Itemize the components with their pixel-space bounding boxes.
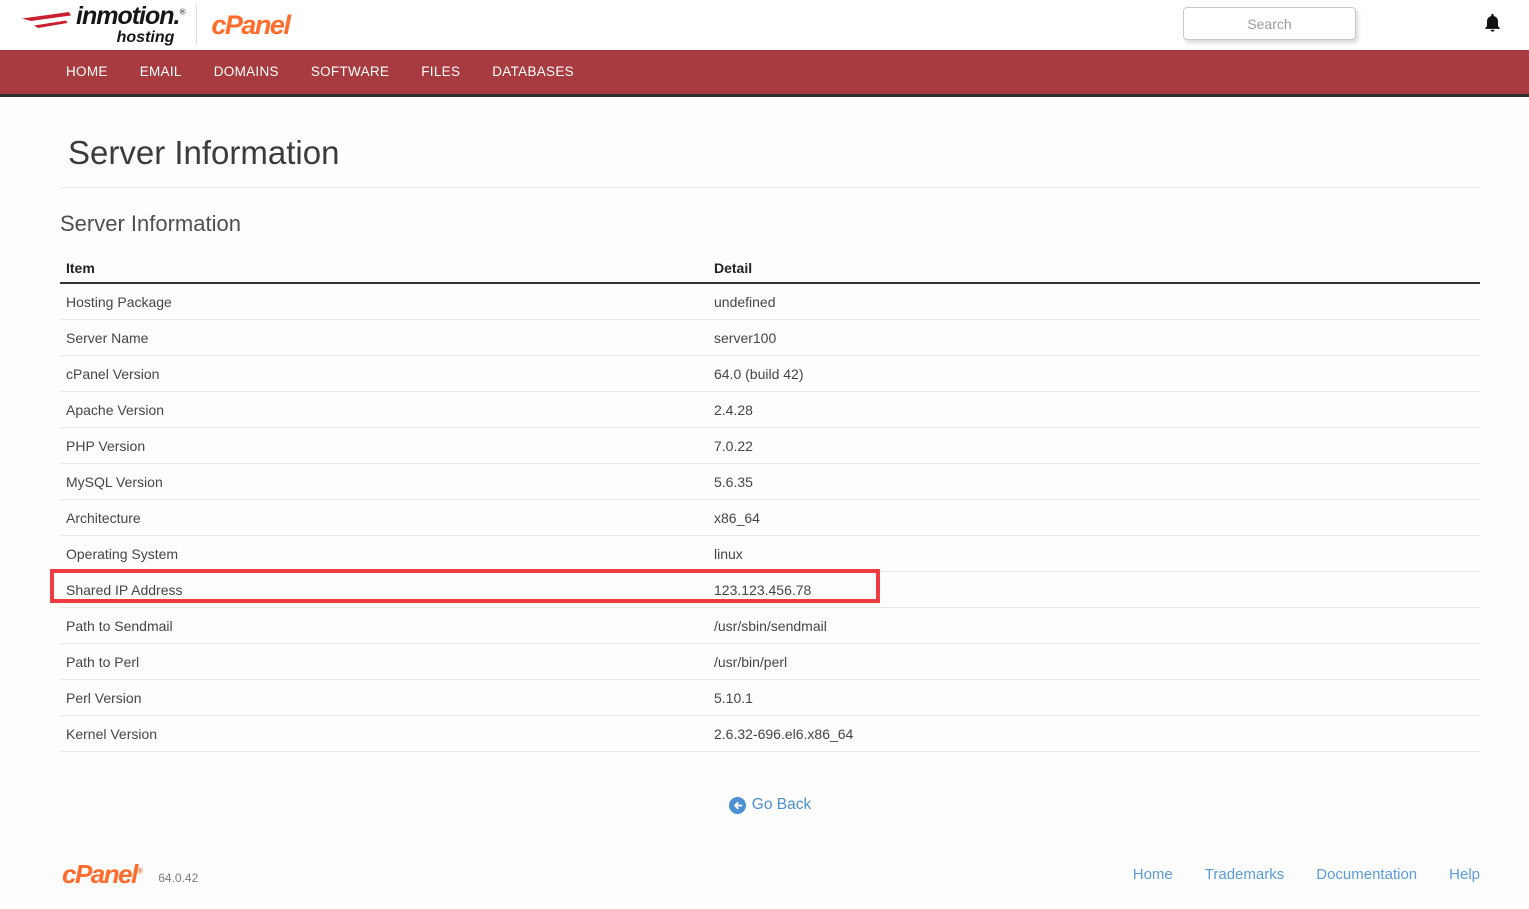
table-body: Hosting Package undefined Server Name se… — [60, 284, 1480, 752]
top-header: inmotion.® hosting cPanel — [0, 0, 1529, 50]
detail-cell: /usr/bin/perl — [714, 654, 1480, 670]
detail-cell: 64.0 (build 42) — [714, 366, 1480, 382]
page-footer: cPanel® 64.0.42 Home Trademarks Document… — [62, 861, 1480, 903]
nav-item[interactable]: SOFTWARE — [296, 50, 404, 94]
table-row: Shared IP Address 123.123.456.78 — [60, 572, 1480, 608]
nav-item[interactable]: FILES — [406, 50, 475, 94]
item-cell: MySQL Version — [60, 474, 714, 490]
footer-link[interactable]: Help — [1449, 866, 1480, 883]
detail-cell: x86_64 — [714, 510, 1480, 526]
detail-cell: 2.6.32-696.el6.x86_64 — [714, 726, 1480, 742]
item-cell: Perl Version — [60, 690, 714, 706]
cpanel-footer-logo: cPanel® — [62, 861, 141, 887]
main-content: Server Information Server Information It… — [60, 97, 1480, 814]
go-back-link[interactable]: Go Back — [729, 796, 811, 814]
table-row: Apache Version 2.4.28 — [60, 392, 1480, 428]
registered-mark: ® — [179, 8, 184, 17]
item-cell: Shared IP Address — [60, 582, 714, 598]
item-cell: Server Name — [60, 330, 714, 346]
table-row: Operating System linux — [60, 536, 1480, 572]
item-cell: PHP Version — [60, 438, 714, 454]
footer-link[interactable]: Home — [1133, 866, 1173, 883]
search-input[interactable] — [1183, 7, 1356, 40]
detail-cell: 7.0.22 — [714, 438, 1480, 454]
title-divider — [60, 187, 1480, 188]
item-cell: cPanel Version — [60, 366, 714, 382]
item-cell: Architecture — [60, 510, 714, 526]
footer-link[interactable]: Documentation — [1316, 866, 1417, 883]
nav-item[interactable]: DATABASES — [477, 50, 589, 94]
inmotion-hosting-logo[interactable]: inmotion.® hosting — [22, 4, 184, 46]
logo-divider — [196, 5, 197, 45]
cpanel-logo[interactable]: cPanel — [211, 10, 289, 41]
detail-cell: 5.6.35 — [714, 474, 1480, 490]
table-row: Server Name server100 — [60, 320, 1480, 356]
item-cell: Operating System — [60, 546, 714, 562]
main-nav: HOME EMAIL DOMAINS SOFTWARE FILES DATABA… — [0, 50, 1529, 97]
column-header-item: Item — [60, 260, 714, 276]
table-row: MySQL Version 5.6.35 — [60, 464, 1480, 500]
cpanel-version: 64.0.42 — [158, 871, 198, 885]
table-row: cPanel Version 64.0 (build 42) — [60, 356, 1480, 392]
nav-item[interactable]: HOME — [51, 50, 123, 94]
detail-cell: server100 — [714, 330, 1480, 346]
item-cell: Path to Perl — [60, 654, 714, 670]
nav-item[interactable]: EMAIL — [125, 50, 197, 94]
inmotion-logo-subtext: hosting — [76, 30, 184, 46]
table-row: Architecture x86_64 — [60, 500, 1480, 536]
footer-links: Home Trademarks Documentation Help — [1133, 866, 1480, 883]
column-header-detail: Detail — [714, 260, 1480, 276]
registered-mark: ® — [137, 866, 141, 875]
table-row: Path to Sendmail /usr/sbin/sendmail — [60, 608, 1480, 644]
go-back-label: Go Back — [752, 796, 811, 814]
go-back-container: Go Back — [60, 796, 1480, 814]
table-header-row: Item Detail — [60, 254, 1480, 284]
detail-cell: 123.123.456.78 — [714, 582, 1480, 598]
detail-cell: /usr/sbin/sendmail — [714, 618, 1480, 634]
item-cell: Kernel Version — [60, 726, 714, 742]
item-cell: Apache Version — [60, 402, 714, 418]
item-cell: Hosting Package — [60, 294, 714, 310]
table-row: Kernel Version 2.6.32-696.el6.x86_64 — [60, 716, 1480, 752]
table-row: PHP Version 7.0.22 — [60, 428, 1480, 464]
inmotion-swoosh-icon — [22, 9, 72, 31]
nav-item[interactable]: DOMAINS — [199, 50, 294, 94]
table-row: Hosting Package undefined — [60, 284, 1480, 320]
footer-link[interactable]: Trademarks — [1205, 866, 1284, 883]
notification-bell-icon[interactable] — [1483, 12, 1502, 39]
table-row: Path to Perl /usr/bin/perl — [60, 644, 1480, 680]
circle-arrow-left-icon — [729, 797, 746, 814]
item-cell: Path to Sendmail — [60, 618, 714, 634]
detail-cell: 2.4.28 — [714, 402, 1480, 418]
inmotion-logo-text: inmotion.® — [76, 4, 184, 29]
detail-cell: undefined — [714, 294, 1480, 310]
detail-cell: linux — [714, 546, 1480, 562]
page-title: Server Information — [60, 97, 1480, 187]
table-row: Perl Version 5.10.1 — [60, 680, 1480, 716]
detail-cell: 5.10.1 — [714, 690, 1480, 706]
server-info-table: Item Detail Hosting Package undefined Se… — [60, 254, 1480, 752]
section-title: Server Information — [60, 211, 1480, 237]
